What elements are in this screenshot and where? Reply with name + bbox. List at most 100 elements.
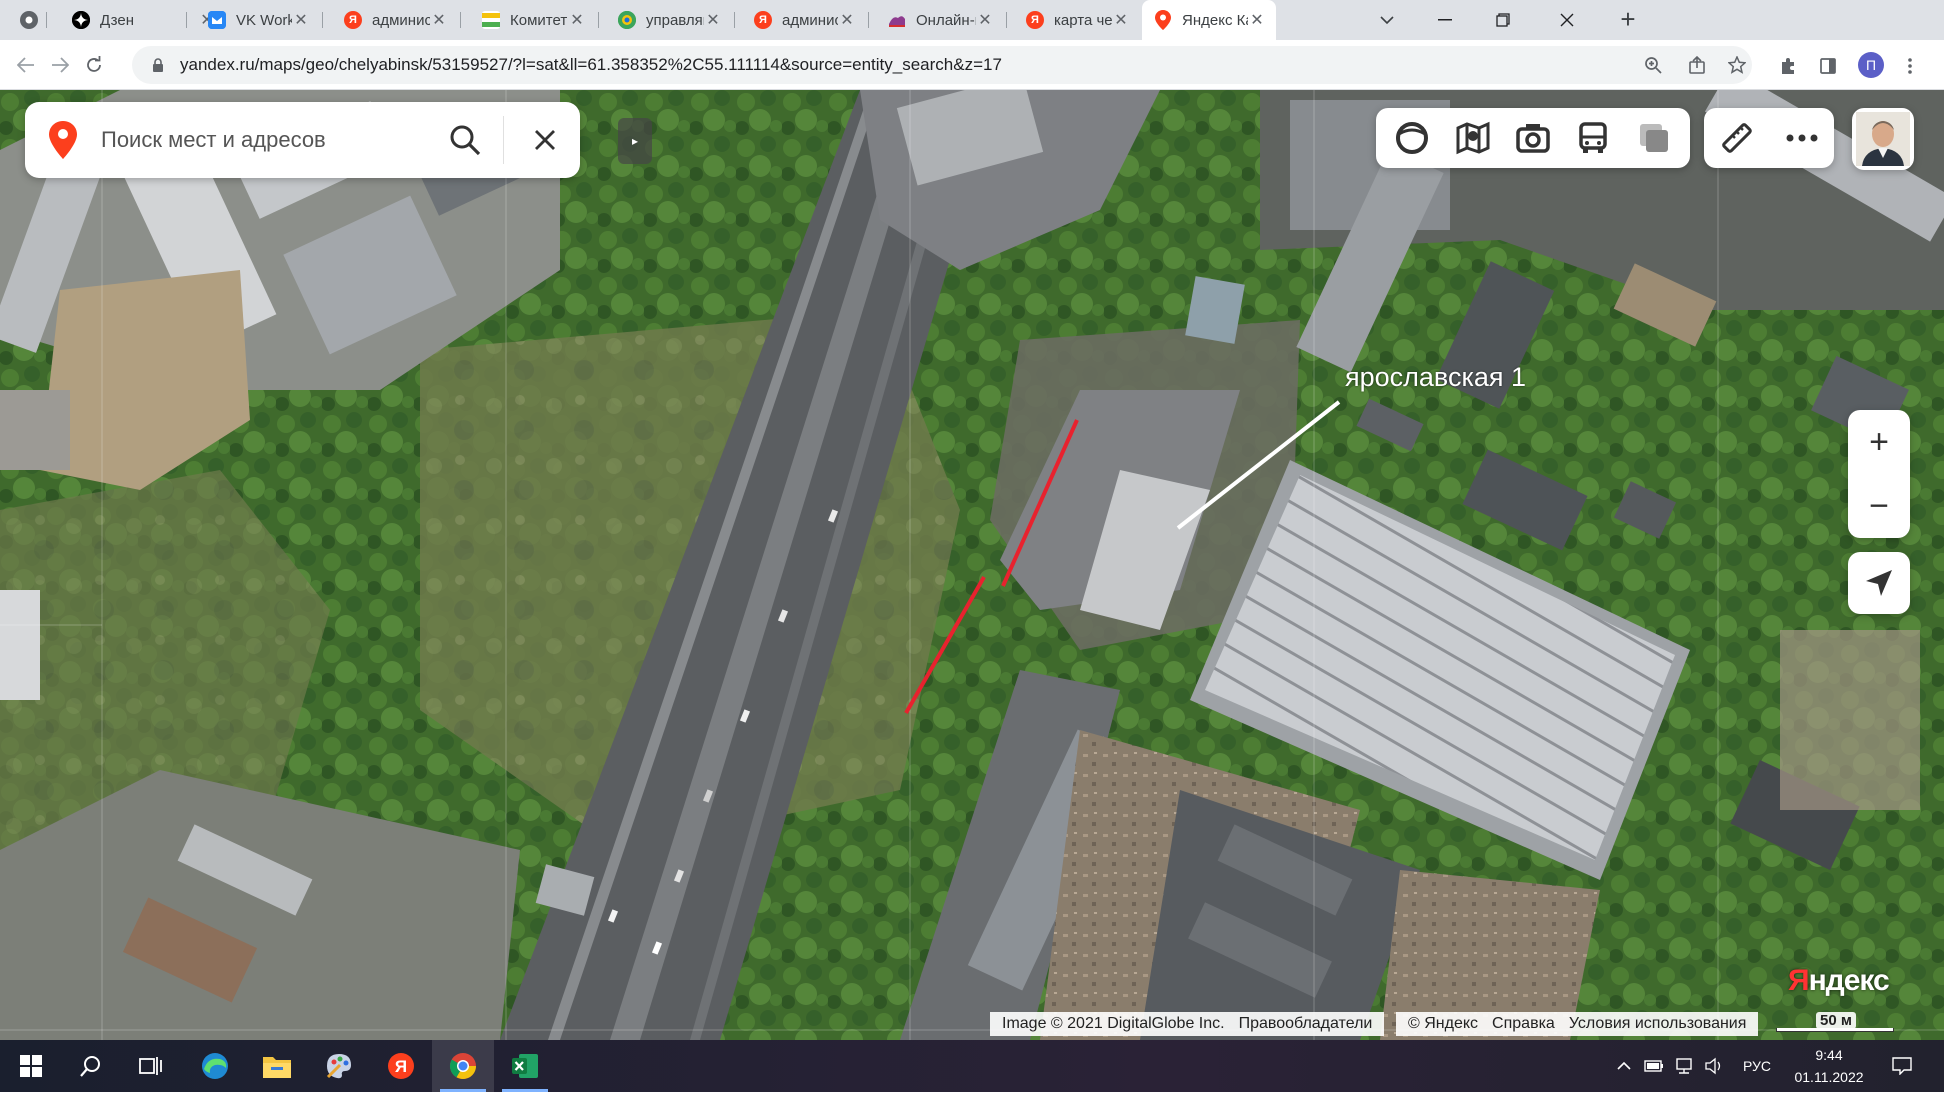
minus-icon: − [1869,486,1889,525]
tab-5[interactable]: управляющи ✕ [606,0,732,40]
tab-title: управляющи [646,11,704,29]
close-tab-icon[interactable]: ✕ [976,10,994,30]
extensions-puzzle-icon[interactable] [1774,52,1802,80]
tab-separator [322,12,323,28]
tab-3[interactable]: Я администрац ✕ [332,0,458,40]
chrome-taskbar-button[interactable] [432,1040,494,1092]
help-link[interactable]: Справка [1492,1015,1555,1033]
ruler-button[interactable] [1712,113,1762,163]
lock-icon [153,58,163,72]
search-panel [25,102,580,178]
tab-separator [460,12,461,28]
copyright-owners-link[interactable]: Правообладатели [1239,1015,1373,1033]
notifications-icon[interactable] [1882,1040,1922,1092]
share-icon[interactable] [1686,54,1708,76]
file-explorer-button[interactable] [246,1040,308,1092]
tab-7[interactable]: Онлайн-при ✕ [876,0,1004,40]
map-tools-toolbar [1704,108,1834,168]
terms-link[interactable]: Условия использования [1569,1015,1747,1033]
tab-title: администрац [372,11,430,29]
windows-taskbar: Я РУС 9:44 01.11.2022 [0,1040,1944,1092]
close-tab-icon[interactable]: ✕ [430,10,448,30]
yandex-copyright: © Яндекс Справка Условия использования [1396,1012,1759,1036]
system-clock[interactable]: 9:44 01.11.2022 [1784,1044,1874,1088]
new-tab-button[interactable]: + [1614,6,1642,34]
profile-initial: П [1865,57,1877,73]
dzen-icon [72,11,90,29]
yandex-copyright-text: © Яндекс [1408,1015,1479,1032]
committee-icon [482,11,500,29]
address-bar[interactable]: yandex.ru/maps/geo/chelyabinsk/53159527/… [132,46,1752,84]
imagery-copyright: Image © 2021 DigitalGlobe Inc. Правообла… [990,1012,1385,1036]
ruler-icon [1721,123,1752,153]
user-avatar-button[interactable] [1852,108,1914,170]
bookmark-star-icon[interactable] [1726,54,1748,76]
forward-arrow-icon[interactable] [46,51,74,79]
paint-icon [326,1054,351,1079]
zoom-icon[interactable] [1642,54,1664,76]
tab-2[interactable]: VK WorkMail ✕ [196,0,320,40]
layers-square-button[interactable] [1629,113,1679,163]
back-arrow-icon[interactable] [12,51,40,79]
close-tab-icon[interactable]: ✕ [1248,10,1266,30]
taskbar-search-button[interactable] [60,1040,122,1092]
tab-yandex-maps-active[interactable]: Яндекс Карт ✕ [1142,0,1276,40]
clear-search-button[interactable] [525,120,565,160]
management-icon [618,11,636,29]
tab-6[interactable]: Я администрац ✕ [742,0,866,40]
close-tab-icon[interactable]: ✕ [704,10,722,30]
map-layers-button[interactable] [1448,113,1498,163]
close-tab-icon[interactable]: ✕ [568,10,586,30]
close-tab-icon[interactable]: ✕ [838,10,856,30]
photo-button[interactable] [1508,113,1558,163]
language-indicator[interactable]: РУС [1734,1040,1780,1092]
excel-taskbar-button[interactable] [494,1040,556,1092]
search-input[interactable] [101,127,421,153]
more-button[interactable] [1777,113,1827,163]
paint-button[interactable] [308,1040,370,1092]
online-icon [888,11,906,29]
edge-button[interactable] [184,1040,246,1092]
close-tab-icon[interactable]: ✕ [292,10,310,30]
windows-start-button[interactable] [0,1040,62,1092]
panorama-circle-button[interactable] [1387,113,1437,163]
tab-separator [46,12,47,28]
browser-tab-strip: Дзен ✕ VK WorkMail ✕ Я администрац ✕ Ком… [0,0,1944,40]
close-tab-icon[interactable]: ✕ [1112,10,1130,30]
tab-8[interactable]: Я карта челяби ✕ [1014,0,1140,40]
yandex-browser-button[interactable]: Я [370,1040,432,1092]
search-icon [450,125,481,156]
tab-title: администрац [782,11,838,29]
volume-icon[interactable] [1700,1040,1728,1092]
yandex-icon: Я [344,11,362,29]
bus-icon [1579,122,1608,153]
clock-time: 9:44 [1815,1047,1843,1063]
side-panel-icon[interactable] [1814,52,1842,80]
network-icon[interactable] [1670,1040,1698,1092]
tray-chevron-icon[interactable] [1612,1040,1636,1092]
chrome-icon [20,11,38,29]
tab-title: Яндекс Карт [1182,11,1248,29]
task-view-button[interactable] [120,1040,182,1092]
satellite-map[interactable]: ярославская 1 ▸ [0,90,1944,1040]
battery-icon[interactable] [1640,1040,1668,1092]
my-location-button[interactable] [1848,552,1910,614]
profile-avatar[interactable]: П [1858,52,1884,78]
menu-kebab-icon[interactable] [1896,52,1924,80]
restore-icon[interactable] [1474,0,1532,40]
transit-button[interactable] [1568,113,1618,163]
search-button[interactable] [445,120,485,160]
tab-4[interactable]: Комитет дор ✕ [470,0,596,40]
minimize-icon[interactable] [1416,0,1474,40]
tab-0[interactable] [8,0,68,40]
zoom-in-button[interactable]: + [1848,410,1910,474]
file-explorer-icon [263,1057,291,1078]
clock-date: 01.11.2022 [1794,1069,1864,1085]
collapse-panel-button[interactable]: ▸ [618,118,652,164]
zoom-out-button[interactable]: − [1848,474,1910,538]
close-window-icon[interactable] [1538,0,1596,40]
tab-separator [868,12,869,28]
tab-search-chevron-icon[interactable] [1358,0,1416,40]
reload-icon[interactable] [80,51,108,79]
yandex-icon: Я [754,11,772,29]
